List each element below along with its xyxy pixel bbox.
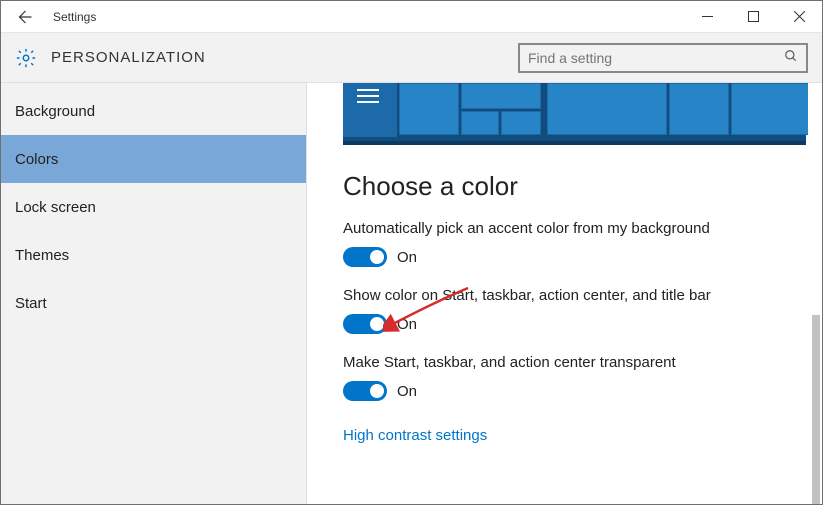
category-label: PERSONALIZATION [51,49,206,66]
sidebar-item-lock-screen[interactable]: Lock screen [1,183,306,231]
setting-label: Make Start, taskbar, and action center t… [343,354,808,371]
setting-show-color: Show color on Start, taskbar, action cen… [343,287,808,334]
gear-icon [15,47,37,69]
sidebar-item-label: Colors [15,151,58,168]
preview-tiles [397,83,806,137]
sidebar-item-label: Start [15,295,47,312]
sidebar-item-start[interactable]: Start [1,279,306,327]
header: PERSONALIZATION [1,33,822,83]
close-button[interactable] [776,1,822,33]
setting-label: Show color on Start, taskbar, action cen… [343,287,808,304]
tile [399,83,459,135]
toggle-knob [370,250,384,264]
toggle-row: On [343,381,808,401]
window-title: Settings [47,10,96,24]
back-arrow-icon [15,8,33,26]
sidebar-item-themes[interactable]: Themes [1,231,306,279]
toggle-transparent[interactable] [343,381,387,401]
sidebar-item-colors[interactable]: Colors [1,135,306,183]
maximize-button[interactable] [730,1,776,33]
sidebar-item-background[interactable]: Background [1,87,306,135]
toggle-row: On [343,247,808,267]
minimize-button[interactable] [684,1,730,33]
toggle-state: On [397,249,417,266]
body: Background Colors Lock screen Themes Sta… [1,83,822,504]
setting-transparent: Make Start, taskbar, and action center t… [343,354,808,401]
section-heading: Choose a color [343,171,808,202]
sidebar-item-label: Background [15,103,95,120]
content-area: Choose a color Automatically pick an acc… [307,83,822,504]
toggle-knob [370,384,384,398]
tile [501,111,541,135]
tile [547,83,667,135]
maximize-icon [748,11,759,22]
tile [731,83,808,135]
scroll-area: Choose a color Automatically pick an acc… [343,83,808,504]
hamburger-icon [357,89,379,107]
sidebar-item-label: Themes [15,247,69,264]
search-icon [784,49,798,66]
toggle-state: On [397,316,417,333]
search-input[interactable] [528,50,784,66]
toggle-row: On [343,314,808,334]
setting-label: Automatically pick an accent color from … [343,220,808,237]
minimize-icon [702,11,713,22]
preview-start-panel [343,83,397,137]
search-box[interactable] [518,43,808,73]
color-preview [343,83,806,145]
titlebar: Settings [1,1,822,33]
setting-auto-accent: Automatically pick an accent color from … [343,220,808,267]
toggle-state: On [397,383,417,400]
back-button[interactable] [1,1,47,33]
toggle-knob [370,317,384,331]
window-controls [684,1,822,33]
sidebar-item-label: Lock screen [15,199,96,216]
close-icon [794,11,805,22]
scrollbar-thumb[interactable] [812,315,820,504]
high-contrast-link[interactable]: High contrast settings [343,427,487,444]
tile [669,83,729,135]
sidebar: Background Colors Lock screen Themes Sta… [1,83,307,504]
tile [461,83,541,109]
vertical-scrollbar[interactable] [812,167,820,504]
tile [461,111,499,135]
toggle-auto-accent[interactable] [343,247,387,267]
settings-window: Settings PERSONALIZATION Bac [0,0,823,505]
toggle-show-color[interactable] [343,314,387,334]
